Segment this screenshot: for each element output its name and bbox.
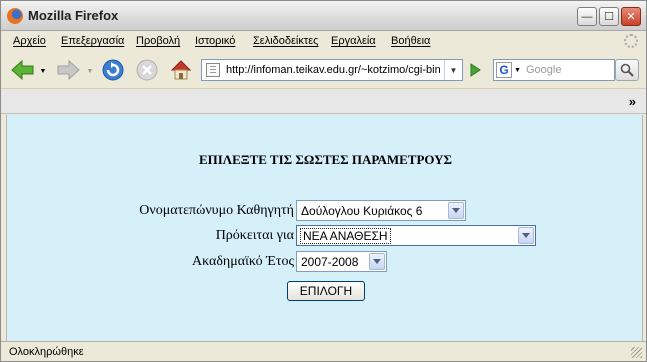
professor-label: Ονοματεπώνυμο Καθηγητή bbox=[139, 203, 294, 218]
search-engine-selector[interactable]: G ▼ bbox=[496, 62, 522, 78]
browser-window: Mozilla Firefox — ☐ ✕ Αρχείο Επεξεργασία… bbox=[0, 0, 647, 362]
bookmarks-overflow-chevron-icon[interactable]: » bbox=[629, 94, 636, 109]
professor-selected-value: Δούλογλου Κυριάκος 6 bbox=[301, 204, 423, 218]
search-input[interactable]: Google bbox=[526, 64, 561, 76]
chevron-down-icon bbox=[448, 202, 464, 219]
forward-button[interactable] bbox=[54, 58, 82, 82]
url-history-dropdown[interactable]: ▼ bbox=[444, 60, 462, 80]
close-icon: ✕ bbox=[626, 11, 636, 23]
search-engine-dropdown-icon: ▼ bbox=[514, 66, 521, 74]
menu-history[interactable]: Ιστορικό bbox=[195, 35, 235, 47]
minimize-button[interactable]: — bbox=[577, 7, 597, 26]
stop-icon bbox=[136, 59, 158, 81]
professor-select[interactable]: Δούλογλου Κυριάκος 6 bbox=[296, 200, 466, 221]
menu-help[interactable]: Βοήθεια bbox=[391, 35, 430, 47]
back-button[interactable] bbox=[9, 58, 37, 82]
stop-button[interactable] bbox=[133, 57, 161, 83]
maximize-icon: ☐ bbox=[604, 11, 614, 23]
subject-selected-value: ΝΕΑ ΑΝΑΘΕΣΗ bbox=[300, 228, 391, 244]
status-text: Ολοκληρώθηκε bbox=[9, 346, 84, 358]
forward-icon bbox=[57, 59, 80, 81]
firefox-logo-icon bbox=[7, 8, 23, 24]
minimize-icon: — bbox=[581, 10, 593, 23]
chevron-down-icon bbox=[369, 253, 385, 270]
year-label: Ακαδημαϊκό Έτος bbox=[191, 254, 294, 269]
window-title: Mozilla Firefox bbox=[28, 8, 119, 23]
forward-history-dropdown[interactable]: ▼ bbox=[85, 66, 95, 76]
menu-bar: Αρχείο Επεξεργασία Προβολή Ιστορικό Σελι… bbox=[1, 32, 646, 51]
google-logo-icon: G bbox=[496, 62, 512, 78]
search-box[interactable]: G ▼ Google bbox=[493, 59, 615, 81]
reload-button[interactable] bbox=[99, 57, 127, 83]
resize-grip-icon[interactable] bbox=[631, 347, 642, 358]
activity-throbber-icon bbox=[624, 34, 638, 48]
subject-select[interactable]: ΝΕΑ ΑΝΑΘΕΣΗ bbox=[296, 225, 536, 246]
address-bar[interactable]: http://infoman.teikav.edu.gr/~kotzimo/cg… bbox=[201, 59, 463, 81]
reload-icon bbox=[102, 59, 124, 81]
navigation-toolbar: ▼ ▼ http://infoman.teikav.edu.gr/~kotzim… bbox=[1, 52, 646, 89]
go-icon bbox=[470, 63, 481, 77]
subject-label: Πρόκειται για bbox=[215, 228, 294, 243]
bookmarks-toolbar: » bbox=[1, 90, 646, 114]
menu-edit[interactable]: Επεξεργασία bbox=[61, 35, 124, 47]
chevron-down-icon bbox=[518, 227, 534, 244]
search-button[interactable] bbox=[615, 59, 639, 81]
close-button[interactable]: ✕ bbox=[621, 7, 641, 26]
menu-file[interactable]: Αρχείο bbox=[13, 35, 46, 47]
year-select[interactable]: 2007-2008 bbox=[296, 251, 387, 272]
page-favicon-icon bbox=[206, 63, 220, 77]
home-button[interactable] bbox=[167, 57, 195, 83]
go-button[interactable] bbox=[464, 59, 486, 81]
maximize-button[interactable]: ☐ bbox=[599, 7, 619, 26]
home-icon bbox=[170, 60, 192, 80]
page-content: ΕΠΙΛΕΞΤΕ ΤΙΣ ΣΩΣΤΕΣ ΠΑΡΑΜΕΤΡΟΥΣ Ονοματεπ… bbox=[6, 115, 643, 341]
title-bar[interactable]: Mozilla Firefox — ☐ ✕ bbox=[1, 1, 646, 31]
submit-button[interactable]: ΕΠΙΛΟΓΗ bbox=[287, 281, 365, 301]
page-heading: ΕΠΙΛΕΞΤΕ ΤΙΣ ΣΩΣΤΕΣ ΠΑΡΑΜΕΤΡΟΥΣ bbox=[198, 152, 453, 167]
status-bar: Ολοκληρώθηκε bbox=[1, 341, 646, 361]
back-history-dropdown[interactable]: ▼ bbox=[38, 66, 48, 76]
url-text[interactable]: http://infoman.teikav.edu.gr/~kotzimo/cg… bbox=[226, 64, 440, 76]
menu-tools[interactable]: Εργαλεία bbox=[331, 35, 376, 47]
search-icon bbox=[620, 63, 634, 77]
year-selected-value: 2007-2008 bbox=[301, 255, 359, 269]
back-icon bbox=[11, 59, 34, 81]
menu-bookmarks[interactable]: Σελιδοδείκτες bbox=[253, 35, 318, 47]
menu-view[interactable]: Προβολή bbox=[136, 35, 180, 47]
